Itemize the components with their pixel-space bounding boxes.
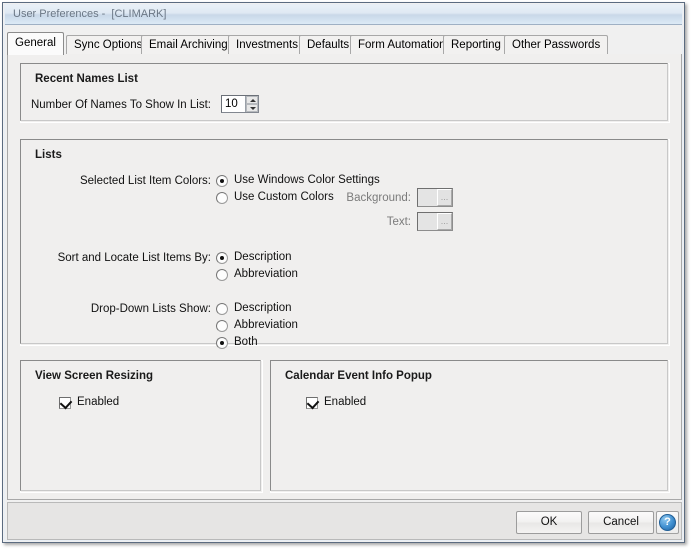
radio-dropdown-both-indicator[interactable] (216, 337, 228, 349)
recent-names-list-group: Recent Names List Number Of Names To Sho… (20, 63, 670, 123)
radio-dot-icon (220, 256, 224, 260)
radio-dot-icon (220, 341, 224, 345)
window-title: User Preferences - [CLIMARK] (13, 8, 167, 20)
radio-dropdown-description-indicator[interactable] (216, 303, 228, 315)
ok-button[interactable]: OK (516, 511, 582, 534)
tab-other-passwords[interactable]: Other Passwords (504, 35, 609, 54)
general-tab-panel: Recent Names List Number Of Names To Sho… (7, 54, 682, 500)
recent-names-list-title: Recent Names List (35, 73, 138, 85)
help-icon: ? (659, 514, 676, 531)
checkbox-view-screen-resizing-indicator[interactable] (59, 396, 73, 410)
view-screen-resizing-group: View Screen Resizing Enabled (20, 360, 263, 493)
radio-sort-abbreviation-indicator[interactable] (216, 269, 228, 281)
tab-investments[interactable]: Investments (228, 35, 306, 54)
radio-use-windows-color-settings-indicator[interactable] (216, 175, 228, 187)
radio-dropdown-abbreviation-indicator[interactable] (216, 320, 228, 332)
calendar-event-info-popup-title: Calendar Event Info Popup (285, 370, 432, 382)
spinner-buttons[interactable] (245, 96, 258, 112)
background-color-browse-button[interactable]: ... (437, 189, 452, 206)
drop-down-lists-show-label: Drop-Down Lists Show: (90, 303, 211, 315)
sort-and-locate-label: Sort and Locate List Items By: (57, 252, 211, 264)
background-color-picker[interactable]: ... (417, 188, 453, 207)
dialog-button-bar: OK Cancel ? (7, 502, 682, 540)
spinner-down-button[interactable] (246, 104, 258, 112)
background-color-label: Background: (346, 192, 411, 204)
help-question-mark: ? (664, 516, 671, 528)
tab-defaults[interactable]: Defaults (299, 35, 358, 54)
help-button[interactable]: ? (656, 511, 679, 534)
number-of-names-label: Number Of Names To Show In List: (30, 99, 211, 111)
selected-list-item-colors-label: Selected List Item Colors: (79, 175, 211, 187)
text-color-browse-button[interactable]: ... (437, 213, 452, 230)
tab-form-automation[interactable]: Form Automation (350, 35, 454, 54)
tab-general[interactable]: General (7, 32, 64, 55)
lists-group-title: Lists (35, 149, 62, 161)
checkbox-calendar-popup-label: Enabled (324, 396, 367, 408)
checkbox-view-screen-resizing-label: Enabled (77, 396, 120, 408)
radio-dot-icon (220, 179, 224, 183)
chevron-up-icon (250, 99, 256, 102)
text-color-swatch (418, 213, 437, 230)
background-color-swatch (418, 189, 437, 206)
text-color-picker[interactable]: ... (417, 212, 453, 231)
text-color-label: Text: (386, 216, 411, 228)
check-icon (306, 396, 320, 410)
spinner-up-button[interactable] (246, 96, 258, 104)
calendar-event-info-popup-group: Calendar Event Info Popup Enabled (270, 360, 670, 493)
radio-dropdown-description-label: Description (234, 302, 292, 314)
radio-dropdown-abbreviation-label: Abbreviation (234, 319, 298, 331)
check-icon (59, 396, 73, 410)
cancel-button[interactable]: Cancel (588, 511, 654, 534)
tab-reporting[interactable]: Reporting (443, 35, 509, 54)
radio-sort-description-indicator[interactable] (216, 252, 228, 264)
radio-use-windows-color-settings-label: Use Windows Color Settings (234, 174, 380, 186)
radio-sort-description-label: Description (234, 251, 292, 263)
number-of-names-value: 10 (225, 98, 238, 110)
tab-strip: General Sync Options Email Archiving Inv… (7, 31, 682, 55)
checkbox-calendar-popup-indicator[interactable] (306, 396, 320, 410)
number-of-names-spinner[interactable]: 10 (221, 95, 259, 113)
radio-sort-abbreviation-label: Abbreviation (234, 268, 298, 280)
window-titlebar[interactable]: User Preferences - [CLIMARK] (5, 5, 682, 25)
tab-sync-options[interactable]: Sync Options (66, 35, 151, 54)
tab-email-archiving[interactable]: Email Archiving (141, 35, 236, 54)
radio-dropdown-both-label: Both (234, 336, 258, 348)
lists-group: Lists Selected List Item Colors: Use Win… (20, 139, 670, 349)
chevron-down-icon (250, 107, 256, 110)
user-preferences-window: User Preferences - [CLIMARK] General Syn… (2, 2, 685, 543)
view-screen-resizing-title: View Screen Resizing (35, 370, 154, 382)
